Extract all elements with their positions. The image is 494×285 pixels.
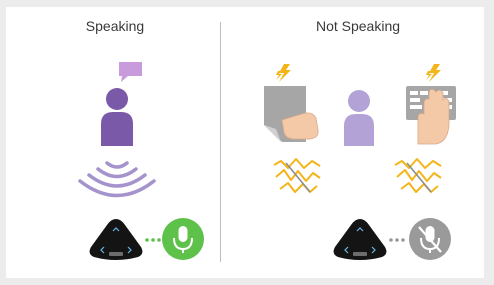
lightning-icon: [426, 64, 441, 82]
scene-graphics: [78, 62, 456, 260]
speakerphone-device-icon: [89, 219, 143, 260]
speech-bubble-icon: [119, 62, 142, 82]
person-speaking-icon: [101, 88, 133, 146]
microphone-active-icon: [162, 218, 204, 260]
keyboard-typing-icon: [406, 86, 456, 145]
connection-dots: [145, 238, 161, 242]
lightning-icon: [276, 64, 291, 82]
microphone-muted-icon: [409, 218, 451, 260]
noise-muted-icon: [394, 158, 442, 193]
connection-dots: [389, 238, 405, 242]
sound-waves-icon: [78, 161, 156, 198]
paper-rustle-icon: [264, 86, 319, 142]
noise-muted-icon: [273, 158, 321, 193]
speakerphone-device-icon: [333, 219, 387, 260]
person-idle-icon: [344, 90, 374, 146]
